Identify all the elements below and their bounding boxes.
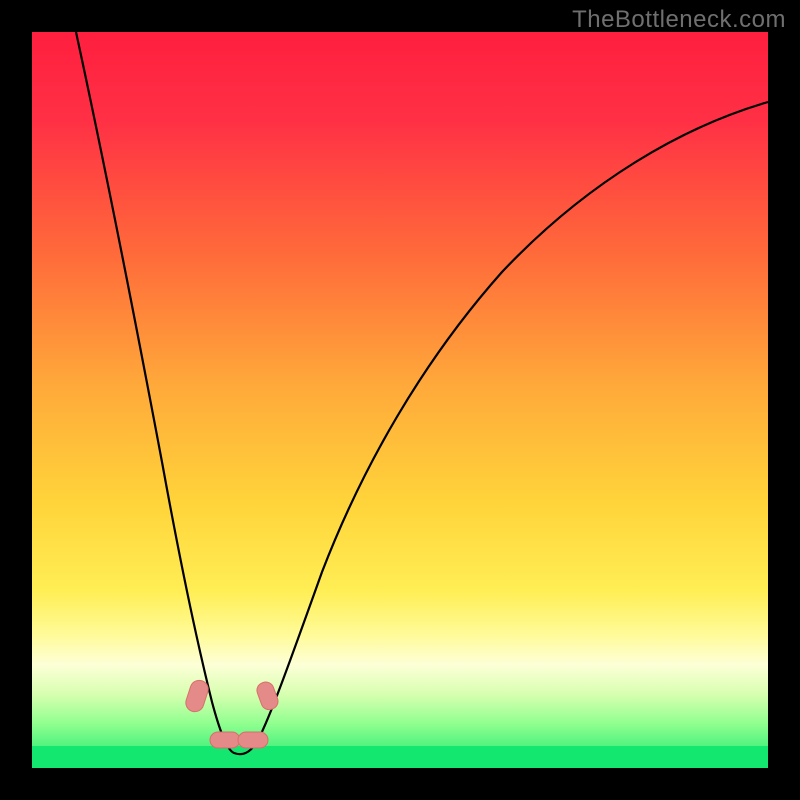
gradient-background <box>32 32 768 768</box>
watermark-text: TheBottleneck.com <box>572 6 786 34</box>
baseline-band <box>32 746 768 768</box>
chart-frame: TheBottleneck.com <box>0 0 800 800</box>
plot-svg <box>32 32 768 768</box>
marker-3 <box>238 732 268 748</box>
marker-2 <box>210 732 240 748</box>
plot-area <box>32 32 768 768</box>
